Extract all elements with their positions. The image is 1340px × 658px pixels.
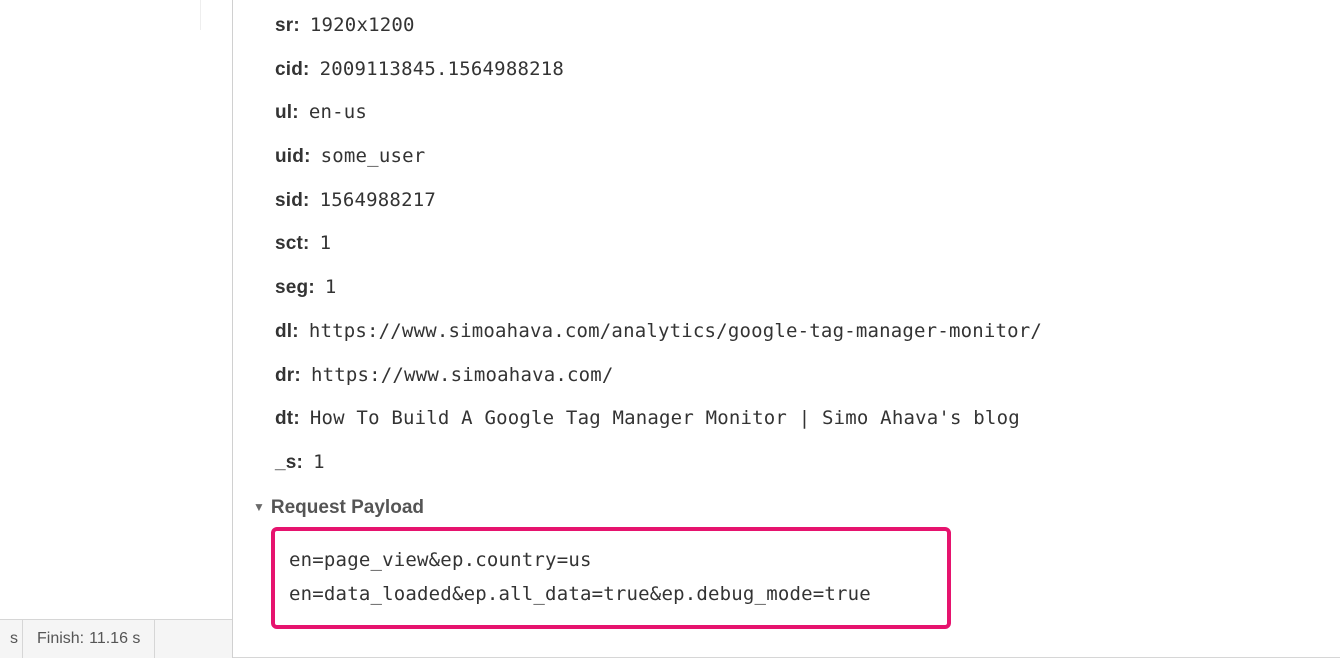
status-previous-truncated: s — [0, 620, 23, 658]
param-row: _s: 1 — [275, 441, 1340, 485]
param-key: dl: — [275, 320, 299, 345]
param-row: sct: 1 — [275, 222, 1340, 266]
requests-sidebar: s Finish: 11.16 s — [0, 0, 233, 658]
param-key: dt: — [275, 407, 300, 432]
param-value: How To Build A Google Tag Manager Monito… — [310, 406, 1020, 431]
status-bar: s Finish: 11.16 s — [0, 619, 232, 658]
param-row: dt: How To Build A Google Tag Manager Mon… — [275, 397, 1340, 441]
param-row: cid: 2009113845.1564988218 — [275, 48, 1340, 92]
param-value: 1920x1200 — [310, 13, 415, 38]
param-row: uid: some_user — [275, 135, 1340, 179]
param-value: https://www.simoahava.com/ — [311, 363, 614, 388]
param-row: dr: https://www.simoahava.com/ — [275, 354, 1340, 398]
devtools-pane: s Finish: 11.16 s sr: 1920x1200cid: 200911… — [0, 0, 1340, 658]
param-row: seg: 1 — [275, 266, 1340, 310]
param-key: seg: — [275, 276, 315, 301]
query-string-params: sr: 1920x1200cid: 2009113845.1564988218 ul:… — [247, 4, 1340, 485]
param-row: sid: 1564988217 — [275, 179, 1340, 223]
param-row: ul: en-us — [275, 91, 1340, 135]
param-key: uid: — [275, 145, 311, 170]
param-key: dr: — [275, 364, 301, 389]
request-payload-highlight: en=page_view&ep.country=usen=data_loaded… — [271, 527, 951, 629]
param-key: sr: — [275, 14, 300, 39]
param-row: sr: 1920x1200 — [275, 4, 1340, 48]
param-value: https://www.simoahava.com/analytics/goog… — [309, 319, 1042, 344]
payload-line: en=page_view&ep.country=us — [289, 543, 933, 577]
param-value: 1564988217 — [320, 188, 436, 213]
payload-line: en=data_loaded&ep.all_data=true&ep.debug… — [289, 577, 933, 611]
param-value: 2009113845.1564988218 — [320, 57, 564, 82]
param-value: 1 — [320, 231, 332, 256]
status-prev-text: s — [10, 630, 18, 648]
param-value: some_user — [321, 144, 426, 169]
param-value: 1 — [313, 450, 325, 475]
status-finish: Finish: 11.16 s — [23, 620, 155, 658]
param-row: dl: https://www.simoahava.com/analytics/g… — [275, 310, 1340, 354]
request-payload-header[interactable]: ▼ Request Payload — [247, 489, 1340, 523]
param-value: 1 — [325, 275, 337, 300]
param-key: cid: — [275, 58, 310, 83]
param-key: _s: — [275, 451, 303, 476]
param-value: en-us — [309, 100, 367, 125]
param-key: ul: — [275, 101, 299, 126]
status-finish-label: Finish: — [37, 630, 84, 648]
status-finish-value: 11.16 s — [89, 630, 140, 648]
param-key: sid: — [275, 189, 310, 214]
request-payload-title: Request Payload — [271, 497, 424, 519]
request-details: sr: 1920x1200cid: 2009113845.1564988218 ul:… — [233, 0, 1340, 658]
disclosure-triangle-icon: ▼ — [253, 500, 265, 514]
param-key: sct: — [275, 232, 310, 257]
